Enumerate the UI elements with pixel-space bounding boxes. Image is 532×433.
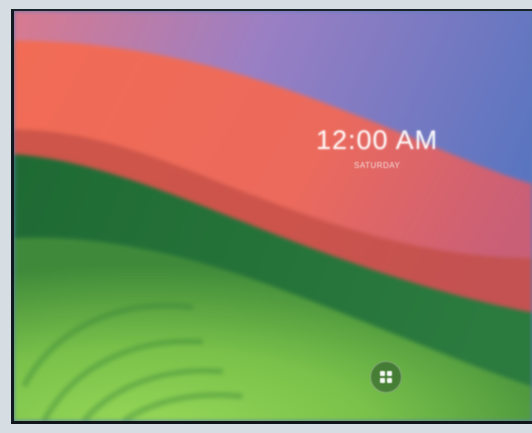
login-button[interactable] [370,361,402,393]
wallpaper [14,11,532,421]
lock-time: 12:00 AM [316,125,439,155]
lock-date: SATURDAY [354,161,401,170]
device-frame: 12:00 AM SATURDAY [0,0,532,433]
lock-screen: 12:00 AM SATURDAY [11,9,532,424]
windows-grid-icon [380,371,392,383]
